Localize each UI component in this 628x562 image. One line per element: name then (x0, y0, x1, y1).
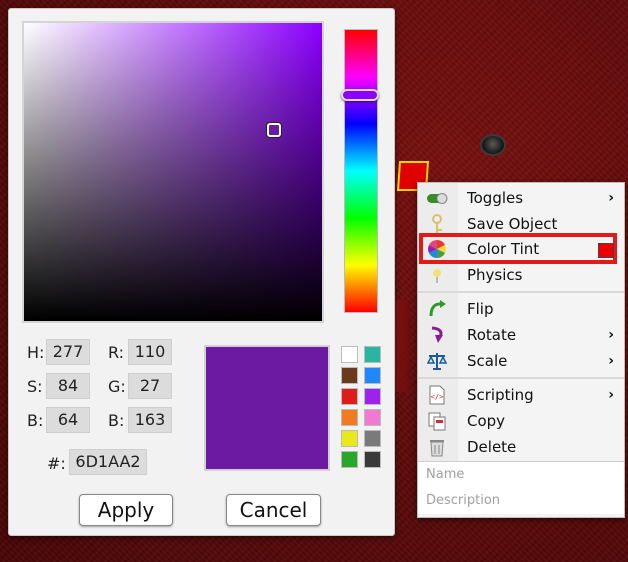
menu-item-flip[interactable]: Flip (418, 296, 624, 322)
g-field[interactable]: 27 (128, 373, 172, 399)
color-swatch[interactable] (341, 367, 358, 384)
menu-item-label: Flip (467, 300, 494, 318)
menu-item-toggles[interactable]: Toggles › (418, 185, 624, 211)
menu-item-label: Delete (467, 438, 517, 456)
color-swatch[interactable] (364, 367, 381, 384)
menu-item-label: Scale (467, 352, 508, 370)
sv-cursor-handle[interactable] (267, 123, 282, 138)
color-swatch[interactable] (341, 346, 358, 363)
script-file-icon: </> (429, 385, 445, 405)
h-field[interactable]: 277 (46, 339, 90, 365)
copy-icon (428, 412, 446, 431)
r-field[interactable]: 110 (128, 339, 172, 365)
g-label: G: (108, 377, 126, 396)
physics-icon (433, 269, 441, 283)
hue-slider[interactable] (341, 29, 379, 313)
menu-item-label: Color Tint (467, 240, 540, 258)
color-wheel-icon (428, 240, 446, 258)
s-field[interactable]: 84 (46, 373, 90, 399)
menu-item-label: Scripting (467, 386, 534, 404)
menu-item-scripting[interactable]: </> Scripting › (418, 382, 624, 408)
brightness-field[interactable]: 64 (46, 407, 90, 433)
h-label: H: (27, 343, 45, 362)
menu-item-label: Physics (467, 266, 523, 284)
menu-item-label: Copy (467, 412, 506, 430)
color-swatch[interactable] (364, 409, 381, 426)
cancel-button[interactable]: Cancel (226, 494, 321, 526)
rotate-arrow-icon (431, 326, 443, 343)
s-label: S: (27, 377, 43, 396)
hex-field[interactable]: 6D1AA2 (69, 449, 147, 475)
menu-item-physics[interactable]: Physics (418, 262, 624, 288)
brightness-label: B: (27, 411, 44, 430)
color-preview (204, 345, 330, 471)
menu-separator (418, 291, 624, 293)
color-swatch[interactable] (341, 430, 358, 447)
sv-black-layer (24, 23, 322, 321)
color-swatch[interactable] (364, 346, 381, 363)
svg-text:</>: </> (431, 393, 444, 401)
object-name-input[interactable]: Name (418, 462, 624, 488)
apply-button[interactable]: Apply (79, 494, 173, 526)
color-swatch[interactable] (364, 388, 381, 405)
menu-item-rotate[interactable]: Rotate › (418, 322, 624, 348)
submenu-arrow-icon: › (608, 327, 614, 343)
key-icon (432, 214, 442, 233)
scales-icon (426, 353, 448, 370)
object-context-menu: Toggles › Save Object Color Tint Physics (417, 182, 625, 518)
color-swatch[interactable] (341, 409, 358, 426)
hue-slider-handle[interactable] (341, 88, 379, 101)
menu-separator (418, 377, 624, 379)
color-swatch[interactable] (341, 451, 358, 468)
blue-field[interactable]: 163 (128, 407, 172, 433)
blue-label: B: (108, 411, 125, 430)
color-swatch[interactable] (364, 430, 381, 447)
color-picker-dialog: H: 277 S: 84 B: 64 R: 110 G: 27 B: 163 #… (8, 8, 395, 536)
tint-color-swatch[interactable] (598, 243, 614, 258)
submenu-arrow-icon: › (608, 387, 614, 403)
flip-arrow-icon (429, 300, 446, 317)
menu-item-delete[interactable]: Delete (418, 434, 624, 460)
menu-item-label: Toggles (467, 189, 524, 207)
saturation-brightness-square[interactable] (22, 21, 324, 323)
color-swatch[interactable] (364, 451, 381, 468)
color-swatch[interactable] (341, 388, 358, 405)
menu-item-label: Rotate (467, 326, 517, 344)
submenu-arrow-icon: › (608, 190, 614, 206)
object-description-input[interactable]: Description (418, 488, 624, 514)
r-label: R: (108, 343, 125, 362)
hex-label: #: (47, 454, 66, 473)
trash-icon (430, 440, 444, 457)
toggle-icon (427, 193, 448, 204)
menu-item-copy[interactable]: Copy (418, 408, 624, 434)
submenu-arrow-icon: › (608, 353, 614, 369)
menu-item-scale[interactable]: Scale › (418, 348, 624, 374)
black-token-object[interactable] (480, 134, 506, 156)
menu-item-color-tint[interactable]: Color Tint (418, 236, 624, 262)
